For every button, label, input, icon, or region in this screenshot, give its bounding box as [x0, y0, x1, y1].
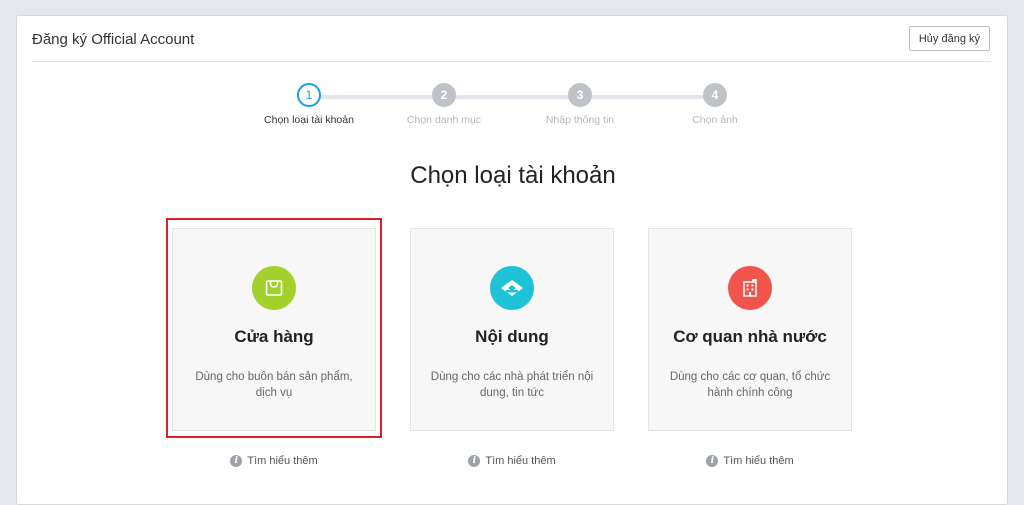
card-title: Nội dung — [475, 327, 549, 346]
step-number: 2 — [432, 83, 456, 107]
card-description: Dùng cho buôn bán sản phẩm, dịch vụ — [195, 371, 353, 399]
learn-more-link-government[interactable]: i Tìm hiểu thêm — [648, 455, 852, 467]
step-number: 1 — [297, 83, 321, 107]
page-title: Đăng ký Official Account — [32, 31, 195, 48]
step-2: 2 Chọn danh mục — [379, 83, 509, 126]
learn-more-label: Tìm hiểu thêm — [723, 455, 794, 467]
card-description: Dùng cho các cơ quan, tổ chức hành chính… — [669, 371, 831, 399]
step-4: 4 Chọn ảnh — [650, 83, 780, 126]
registration-panel: Đăng ký Official Account Hủy đăng ký 1 C… — [16, 15, 1008, 505]
learn-more-label: Tìm hiểu thêm — [247, 455, 318, 467]
account-type-card-store[interactable]: Cửa hàng Dùng cho buôn bán sản phẩm, dịc… — [172, 228, 376, 431]
step-label: Chọn ảnh — [692, 114, 738, 126]
card-description: Dùng cho các nhà phát triển nội dung, ti… — [430, 371, 594, 399]
cancel-registration-button[interactable]: Hủy đăng ký — [908, 26, 990, 51]
info-icon: i — [468, 455, 481, 467]
learn-more-link-content[interactable]: i Tìm hiểu thêm — [410, 455, 614, 467]
section-title: Chọn loại tài khoản — [410, 162, 616, 189]
header: Đăng ký Official Account Hủy đăng ký — [32, 16, 991, 62]
step-number: 3 — [568, 83, 592, 107]
shopping-bag-icon — [252, 266, 296, 310]
account-type-card-content[interactable]: Nội dung Dùng cho các nhà phát triển nội… — [410, 228, 614, 431]
card-title: Cửa hàng — [234, 327, 314, 346]
step-label: Chọn danh mục — [406, 114, 482, 126]
info-icon: i — [230, 455, 243, 467]
stepper: 1 Chọn loại tài khoản 2 Chọn danh mục 3 … — [17, 81, 1009, 131]
learn-more-link-store[interactable]: i Tìm hiểu thêm — [172, 455, 376, 467]
step-label: Chọn loại tài khoản — [264, 114, 354, 126]
step-number: 4 — [703, 83, 727, 107]
building-icon — [728, 266, 772, 310]
step-1: 1 Chọn loại tài khoản — [244, 83, 374, 126]
info-icon: i — [706, 455, 719, 467]
step-label: Nhập thông tin — [545, 114, 615, 126]
card-title: Cơ quan nhà nước — [673, 327, 827, 346]
learn-more-label: Tìm hiểu thêm — [485, 455, 556, 467]
content-icon — [490, 266, 534, 310]
step-3: 3 Nhập thông tin — [515, 83, 645, 126]
account-type-card-government[interactable]: Cơ quan nhà nước Dùng cho các cơ quan, t… — [648, 228, 852, 431]
